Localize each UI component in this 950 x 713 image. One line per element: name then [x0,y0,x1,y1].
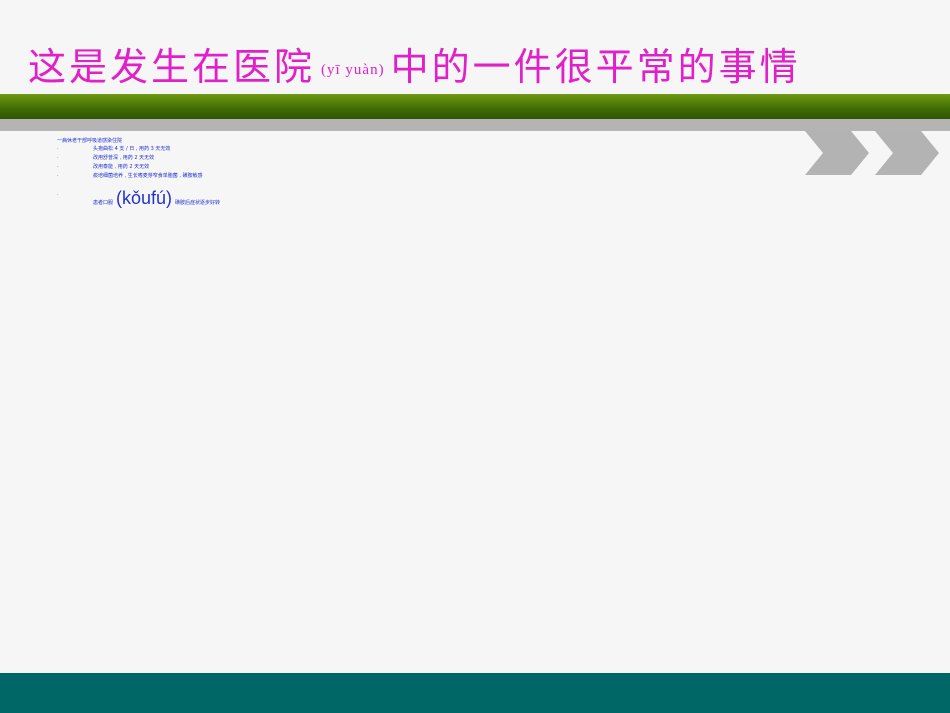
bullet-dot: · [57,155,59,161]
divider-band [0,119,950,131]
case-text-block: 一病休老干部呼吸道感染住院 · 头孢曲松 4 支 / 日 , 用药 3 天无效 … [57,137,220,212]
footer-band [0,673,950,713]
bullet-dot: · [57,192,59,198]
last-item-post: 磺胺后症状逐步好转 [175,200,221,206]
list-item-text: 头孢曲松 4 支 / 日 , 用药 3 天无效 [93,146,171,152]
case-heading: 一病休老干部呼吸道感染住院 [57,138,123,144]
list-item-text: 患者口服 (kǒufú) 磺胺后症状逐步好转 [93,189,220,208]
list-item: · 头孢曲松 4 支 / 日 , 用药 3 天无效 [57,145,220,154]
list-item: · 患者口服 (kǒufú) 磺胺后症状逐步好转 [57,189,220,212]
list-item-text: 改用舒普深 , 用药 2 天无效 [93,155,155,161]
list-item-text: 改用泰能 , 用药 2 天无效 [93,164,150,170]
list-item: · 改用泰能 , 用药 2 天无效 [57,163,220,172]
title-text-end: 中的一件很平常的事情 [390,45,801,89]
list-item: · 改用舒普深 , 用药 2 天无效 [57,154,220,163]
page-title: 这是发生在医院 (yī yuàn) 中的一件很平常的事情 [28,36,801,91]
list-item-text: 痰培细菌培养 , 生长嗜麦芽窄食单胞菌 , 磺胺敏感 [93,173,203,179]
bullet-dot: · [57,173,59,179]
bullet-dot: · [57,146,59,152]
bullet-dot: · [57,164,59,170]
title-underline-band [0,94,950,119]
title-text: 这是发生在医院 [28,45,316,89]
title-pinyin: (yī yuàn) [321,62,385,78]
last-item-pre: 患者口服 [93,200,114,206]
list-item: · 痰培细菌培养 , 生长嗜麦芽窄食单胞菌 , 磺胺敏感 [57,172,220,181]
chevron-right-icon [875,131,939,175]
chevron-right-icon [805,131,869,175]
last-item-pinyin: (kǒufú) [116,188,173,208]
